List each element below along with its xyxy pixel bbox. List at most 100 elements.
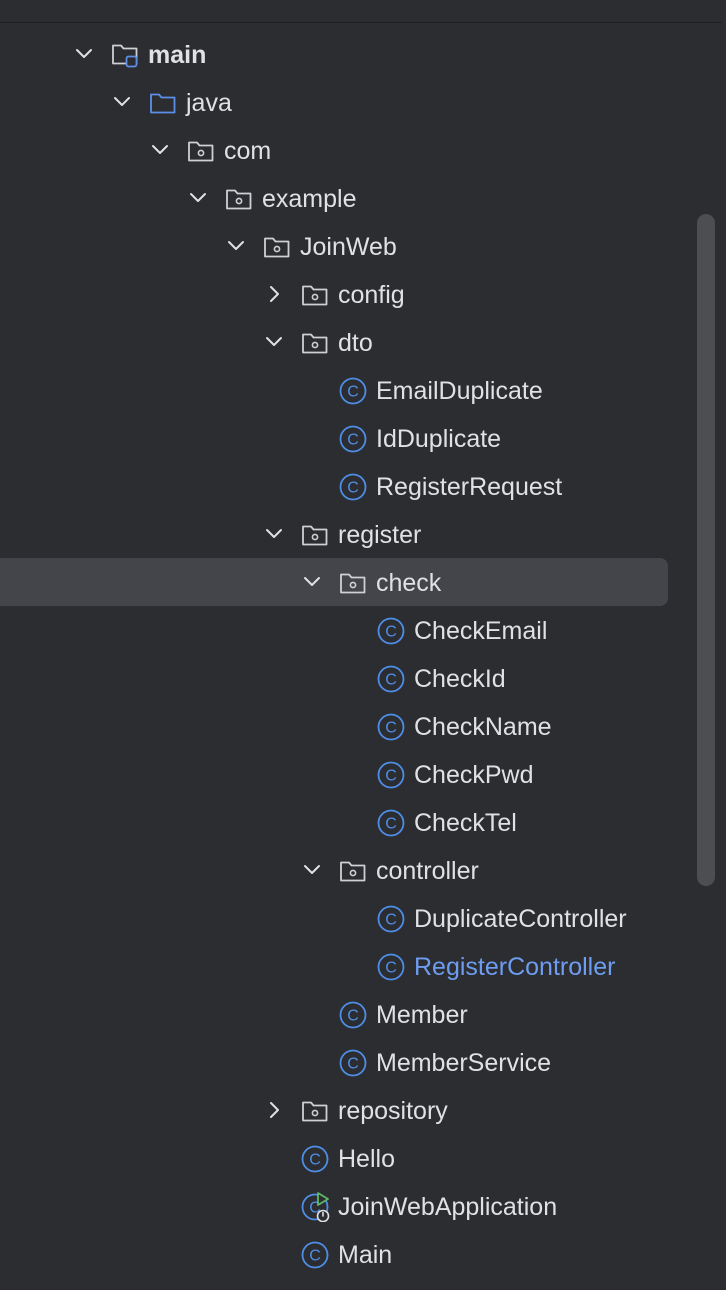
tree-item-label: CheckTel bbox=[414, 809, 517, 837]
java-class-icon: C bbox=[376, 904, 406, 934]
tree-item-folder[interactable]: register bbox=[0, 510, 726, 558]
chevron-right-icon[interactable] bbox=[264, 284, 284, 304]
spring-boot-run-class-icon: C bbox=[300, 1192, 330, 1223]
project-tree[interactable]: main java com example JoinWeb config dto C Email… bbox=[0, 30, 726, 1278]
java-class-icon: C bbox=[300, 1144, 330, 1174]
svg-text:C: C bbox=[385, 720, 397, 737]
tree-item-label: RegisterController bbox=[414, 953, 616, 981]
tree-item-class[interactable]: C DuplicateController bbox=[0, 894, 726, 942]
tree-item-label: IdDuplicate bbox=[376, 425, 502, 453]
svg-text:C: C bbox=[385, 768, 397, 785]
tree-item-class[interactable]: C CheckId bbox=[0, 654, 726, 702]
package-folder-icon bbox=[262, 232, 292, 262]
chevron-down-icon[interactable] bbox=[112, 92, 132, 112]
package-folder-icon bbox=[338, 856, 368, 886]
java-class-icon: C bbox=[300, 1240, 330, 1270]
tree-item-label: JoinWeb bbox=[300, 233, 397, 261]
tree-item-folder[interactable]: repository bbox=[0, 1086, 726, 1134]
chevron-down-icon[interactable] bbox=[74, 44, 94, 64]
tree-item-label: CheckName bbox=[414, 713, 552, 741]
java-class-icon: C bbox=[376, 952, 406, 982]
java-class-icon: C bbox=[376, 712, 406, 742]
java-class-icon: C bbox=[376, 808, 406, 838]
tree-item-folder[interactable]: config bbox=[0, 270, 726, 318]
tree-item-label: controller bbox=[376, 857, 479, 885]
tree-item-class[interactable]: C Hello bbox=[0, 1134, 726, 1182]
svg-text:C: C bbox=[309, 1248, 321, 1265]
tree-item-folder[interactable]: controller bbox=[0, 846, 726, 894]
tree-item-label: example bbox=[262, 185, 357, 213]
tree-item-label: CheckEmail bbox=[414, 617, 548, 645]
svg-text:C: C bbox=[385, 960, 397, 977]
tree-item-label: MemberService bbox=[376, 1049, 552, 1077]
tree-item-folder[interactable]: check bbox=[0, 558, 726, 606]
chevron-down-icon[interactable] bbox=[264, 524, 284, 544]
tree-item-label: check bbox=[376, 569, 442, 597]
tree-item-label: Main bbox=[338, 1241, 393, 1269]
tree-item-label: RegisterRequest bbox=[376, 473, 563, 501]
tree-item-class[interactable]: C MemberService bbox=[0, 1038, 726, 1086]
svg-text:C: C bbox=[309, 1152, 321, 1169]
svg-text:C: C bbox=[347, 480, 359, 497]
package-folder-icon bbox=[186, 136, 216, 166]
java-class-icon: C bbox=[376, 664, 406, 694]
java-class-icon: C bbox=[338, 1048, 368, 1078]
chevron-down-icon[interactable] bbox=[226, 236, 246, 256]
chevron-down-icon[interactable] bbox=[150, 140, 170, 160]
tree-item-folder[interactable]: java bbox=[0, 78, 726, 126]
tree-item-label: Hello bbox=[338, 1145, 395, 1173]
tree-item-label: CheckId bbox=[414, 665, 506, 693]
tree-item-folder[interactable]: example bbox=[0, 174, 726, 222]
package-folder-icon bbox=[300, 1096, 330, 1126]
tree-item-class[interactable]: C CheckTel bbox=[0, 798, 726, 846]
vertical-scrollbar[interactable] bbox=[697, 214, 715, 886]
svg-text:C: C bbox=[347, 1056, 359, 1073]
tree-item-class[interactable]: C IdDuplicate bbox=[0, 414, 726, 462]
chevron-down-icon[interactable] bbox=[302, 860, 322, 880]
svg-text:C: C bbox=[347, 432, 359, 449]
window-top-border bbox=[0, 0, 726, 23]
tree-item-label: main bbox=[148, 41, 207, 69]
tree-item-class[interactable]: C Main bbox=[0, 1230, 726, 1278]
tree-item-folder[interactable]: dto bbox=[0, 318, 726, 366]
tree-item-label: config bbox=[338, 281, 405, 309]
tree-item-label: Member bbox=[376, 1001, 468, 1029]
chevron-down-icon[interactable] bbox=[302, 572, 322, 592]
chevron-down-icon[interactable] bbox=[264, 332, 284, 352]
java-source-folder-icon bbox=[148, 88, 178, 118]
chevron-right-icon[interactable] bbox=[264, 1100, 284, 1120]
package-folder-icon bbox=[338, 568, 368, 598]
svg-text:C: C bbox=[385, 816, 397, 833]
tree-item-label: JoinWebApplication bbox=[338, 1193, 558, 1221]
chevron-down-icon[interactable] bbox=[188, 188, 208, 208]
tree-item-class[interactable]: C EmailDuplicate bbox=[0, 366, 726, 414]
tree-item-class[interactable]: C Member bbox=[0, 990, 726, 1038]
tree-item-folder[interactable]: JoinWeb bbox=[0, 222, 726, 270]
java-class-icon: C bbox=[376, 616, 406, 646]
tree-item-label: java bbox=[186, 89, 232, 117]
tree-item-class[interactable]: C CheckName bbox=[0, 702, 726, 750]
tree-item-folder[interactable]: com bbox=[0, 126, 726, 174]
package-folder-icon bbox=[300, 280, 330, 310]
tree-item-class[interactable]: C RegisterRequest bbox=[0, 462, 726, 510]
tree-item-label: EmailDuplicate bbox=[376, 377, 543, 405]
java-class-icon: C bbox=[376, 760, 406, 790]
svg-text:C: C bbox=[347, 384, 359, 401]
tree-item-class[interactable]: C CheckPwd bbox=[0, 750, 726, 798]
java-class-icon: C bbox=[338, 376, 368, 406]
java-class-icon: C bbox=[338, 424, 368, 454]
tree-item-label: CheckPwd bbox=[414, 761, 534, 789]
java-class-icon: C bbox=[338, 1000, 368, 1030]
svg-text:C: C bbox=[385, 672, 397, 689]
tree-item-class[interactable]: C RegisterController bbox=[0, 942, 726, 990]
tree-item-class[interactable]: C CheckEmail bbox=[0, 606, 726, 654]
source-root-folder-icon bbox=[110, 40, 140, 70]
tree-item-class[interactable]: C JoinWebApplication bbox=[0, 1182, 726, 1230]
svg-text:C: C bbox=[385, 912, 397, 929]
tree-item-label: repository bbox=[338, 1097, 448, 1125]
tree-item-label: register bbox=[338, 521, 422, 549]
package-folder-icon bbox=[300, 520, 330, 550]
package-folder-icon bbox=[224, 184, 254, 214]
tree-item-folder[interactable]: main bbox=[0, 30, 726, 78]
tree-item-label: DuplicateController bbox=[414, 905, 627, 933]
